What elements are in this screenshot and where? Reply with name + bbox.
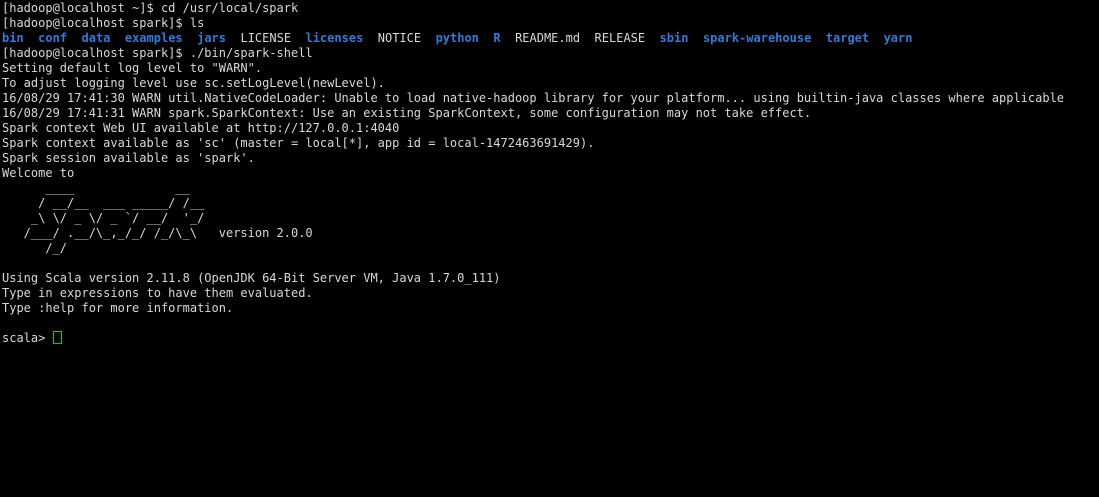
terminal-line: [hadoop@localhost spark]$ ls [2, 16, 1099, 31]
file-name: NOTICE [378, 31, 421, 45]
terminal-cursor[interactable] [53, 331, 62, 344]
terminal-line: /_/ [2, 241, 1099, 256]
directory-name: spark-warehouse [703, 31, 811, 45]
terminal-line: Welcome to [2, 166, 1099, 181]
terminal-line: [hadoop@localhost ~]$ cd /usr/local/spar… [2, 1, 1099, 16]
file-name: RELEASE [595, 31, 646, 45]
directory-name: conf [38, 31, 67, 45]
terminal-line: Using Scala version 2.11.8 (OpenJDK 64-B… [2, 271, 1099, 286]
directory-name: sbin [660, 31, 689, 45]
terminal-line [2, 316, 1099, 331]
terminal-line: ____ __ [2, 181, 1099, 196]
directory-name: data [82, 31, 111, 45]
directory-name: bin [2, 31, 24, 45]
terminal-line: To adjust logging level use sc.setLogLev… [2, 76, 1099, 91]
terminal-line [2, 256, 1099, 271]
terminal-output: [hadoop@localhost ~]$ cd /usr/local/spar… [2, 1, 1099, 346]
directory-name: licenses [306, 31, 364, 45]
terminal-line: / __/__ ___ _____/ /__ [2, 196, 1099, 211]
directory-name: yarn [884, 31, 913, 45]
terminal-line: Type in expressions to have them evaluat… [2, 286, 1099, 301]
terminal-line: 16/08/29 17:41:31 WARN spark.SparkContex… [2, 106, 1099, 121]
terminal-line: bin conf data examples jars LICENSE lice… [2, 31, 1099, 46]
terminal-line: Setting default log level to "WARN". [2, 61, 1099, 76]
terminal-line: Spark context available as 'sc' (master … [2, 136, 1099, 151]
file-name: README.md [515, 31, 580, 45]
terminal-line: [hadoop@localhost spark]$ ./bin/spark-sh… [2, 46, 1099, 61]
terminal-line: /___/ .__/\_,_/_/ /_/\_\ version 2.0.0 [2, 226, 1099, 241]
file-name: LICENSE [240, 31, 291, 45]
terminal-line: scala> [2, 331, 1099, 346]
scala-prompt: scala> [2, 331, 53, 345]
terminal-line: Spark session available as 'spark'. [2, 151, 1099, 166]
terminal-line: Type :help for more information. [2, 301, 1099, 316]
terminal-window[interactable]: [hadoop@localhost ~]$ cd /usr/local/spar… [0, 0, 1099, 497]
terminal-line: 16/08/29 17:41:30 WARN util.NativeCodeLo… [2, 91, 1099, 106]
directory-name: examples [125, 31, 183, 45]
terminal-line: Spark context Web UI available at http:/… [2, 121, 1099, 136]
directory-name: R [493, 31, 500, 45]
terminal-line: _\ \/ _ \/ _ `/ __/ '_/ [2, 211, 1099, 226]
directory-name: target [826, 31, 869, 45]
directory-name: python [436, 31, 479, 45]
directory-name: jars [197, 31, 226, 45]
